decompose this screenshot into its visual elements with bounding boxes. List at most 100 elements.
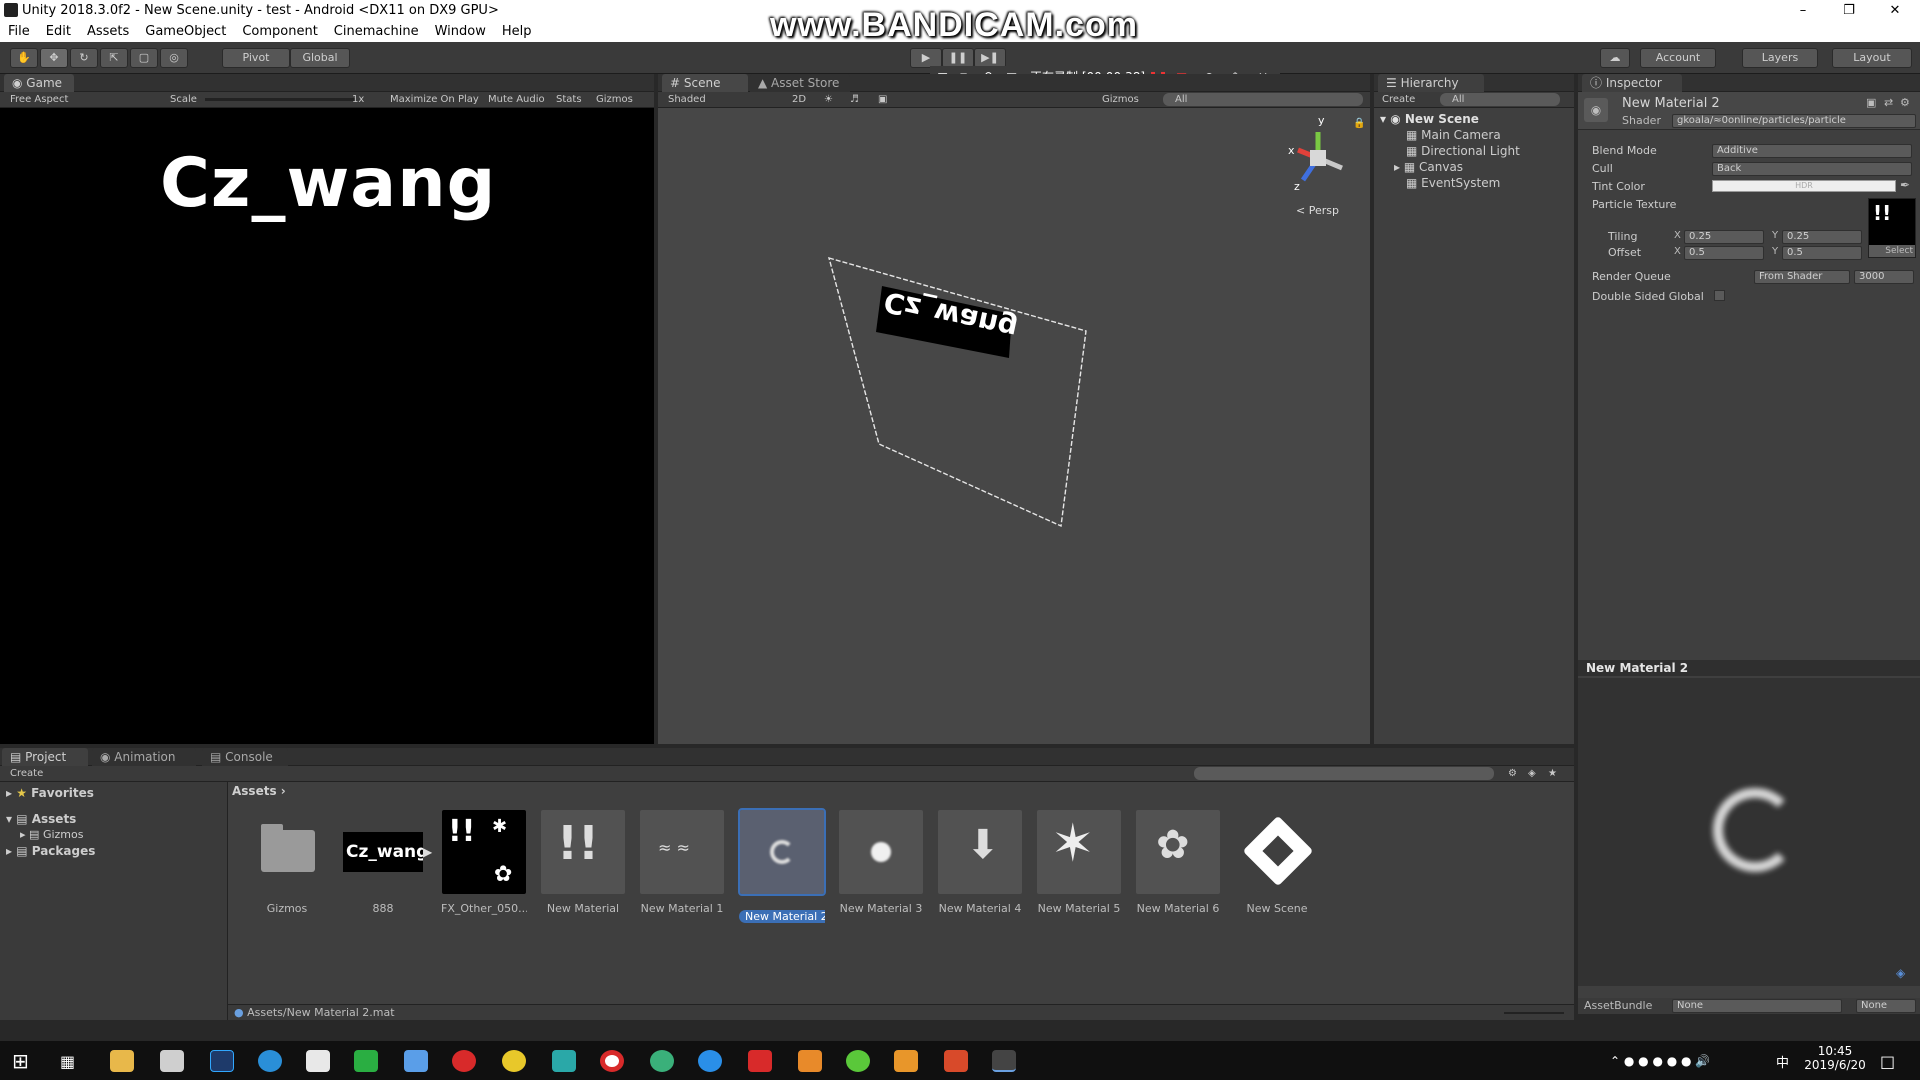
photoshop-icon[interactable] [210,1050,234,1072]
scene-gizmos-dropdown[interactable]: Gizmos [1102,92,1139,108]
menu-cinemachine[interactable]: Cinemachine [326,22,427,39]
clock[interactable]: 10:45 2019/6/20 [1800,1044,1870,1072]
mode-2d-toggle[interactable]: 2D [792,92,806,108]
hand-tool-icon[interactable]: ✋ [10,48,38,68]
bandicam-record-icon[interactable] [600,1050,624,1072]
maximize-on-play-toggle[interactable]: Maximize On Play [390,92,479,108]
aspect-dropdown[interactable]: Free Aspect [10,92,68,108]
offset-y-field[interactable]: 0.5 [1782,246,1862,260]
gizmos-dropdown[interactable]: Gizmos [596,92,633,108]
qq-icon[interactable] [306,1050,330,1072]
browser-icon[interactable] [258,1050,282,1072]
cull-dropdown[interactable]: Back [1712,162,1912,176]
assets-node[interactable]: ▾ ▤ Assets [6,812,76,826]
favorite-star-icon[interactable]: ★ [1548,766,1557,782]
tiling-y-field[interactable]: 0.25 [1782,230,1862,244]
menu-assets[interactable]: Assets [79,22,137,39]
global-toggle[interactable]: Global [290,48,350,68]
app-icon-3[interactable] [502,1050,526,1072]
task-view-icon[interactable]: ▦ [60,1052,75,1071]
render-queue-field[interactable]: 3000 [1854,270,1914,284]
asset-new-material-2[interactable]: New Material 2 [738,808,826,923]
tab-scene[interactable]: # Scene [662,74,748,92]
favorites-node[interactable]: ▸ ★ Favorites [6,786,94,800]
rect-tool-icon[interactable]: ▢ [130,48,158,68]
tab-hierarchy[interactable]: ☰ Hierarchy [1378,74,1484,92]
particle-texture-slot[interactable]: !! Select [1868,198,1916,258]
preview-title[interactable]: New Material 2 [1578,660,1920,676]
thumbnail-size-slider[interactable] [1504,1012,1564,1014]
audio-icon[interactable]: ♬ [850,92,859,108]
filter-type-icon[interactable]: ⚙ [1508,766,1517,782]
vivaldi-icon[interactable] [944,1050,968,1072]
windows-start-icon[interactable]: ⊞ [12,1050,34,1072]
file-explorer-icon[interactable] [110,1050,134,1072]
app-icon-2[interactable] [404,1050,428,1072]
game-viewport[interactable]: Cz_wang [0,108,654,744]
app-icon-7[interactable] [748,1050,772,1072]
menu-file[interactable]: File [0,22,38,39]
scene-viewport[interactable]: y x z 🔒 < Persp Cz_wang [658,108,1370,744]
unity-taskbar-icon[interactable] [992,1050,1016,1072]
stats-toggle[interactable]: Stats [556,92,582,108]
hierarchy-create-dropdown[interactable]: Create [1382,92,1415,108]
render-queue-dropdown[interactable]: From Shader [1754,270,1850,284]
app-icon-5[interactable] [650,1050,674,1072]
hierarchy-item-main-camera[interactable]: ▦ Main Camera [1406,128,1501,142]
help-icon[interactable]: ▣ [1866,96,1876,109]
mute-audio-toggle[interactable]: Mute Audio [488,92,545,108]
menu-gameobject[interactable]: GameObject [137,22,234,39]
app-icon-6[interactable] [698,1050,722,1072]
gizmos-node[interactable]: ▸ ▤ Gizmos [20,828,83,841]
app-icon-9[interactable] [846,1050,870,1072]
app-icon-8[interactable] [798,1050,822,1072]
double-sided-checkbox[interactable] [1714,290,1725,301]
breadcrumb-assets[interactable]: Assets [232,784,277,798]
assetbundle-dropdown[interactable]: None [1672,999,1842,1013]
layers-dropdown[interactable]: Layers [1742,48,1818,68]
menu-component[interactable]: Component [234,22,325,39]
menu-help[interactable]: Help [494,22,540,39]
minimize-button[interactable]: – [1780,0,1826,22]
play-button-icon[interactable]: ▶ [910,48,942,68]
app-icon-10[interactable] [894,1050,918,1072]
asset-new-material-1[interactable]: ≈ ≈ New Material 1 [639,810,725,915]
restore-button[interactable]: ❐ [1826,0,1872,22]
hierarchy-item-directional-light[interactable]: ▦ Directional Light [1406,144,1520,158]
blend-mode-dropdown[interactable]: Additive [1712,144,1912,158]
cloud-icon[interactable]: ☁ [1600,48,1630,68]
filter-label-icon[interactable]: ◈ [1528,766,1536,782]
close-button[interactable]: ✕ [1872,0,1918,22]
transform-tool-icon[interactable]: ◎ [160,48,188,68]
packages-node[interactable]: ▸ ▤ Packages [6,844,95,858]
lock-icon[interactable]: 🔒 [1353,118,1365,129]
asset-gizmos[interactable]: Gizmos [244,810,330,915]
tab-inspector[interactable]: ⓘ Inspector [1582,74,1682,92]
preset-icon[interactable]: ⇄ [1884,96,1893,109]
notification-icon[interactable]: □ [1880,1052,1895,1071]
hierarchy-item-canvas[interactable]: ▸ ▦ Canvas [1394,160,1463,174]
effects-icon[interactable]: ▣ [878,92,887,108]
asset-fx-other[interactable]: !! ✱ ✿ FX_Other_050... [441,810,527,915]
asset-new-material-4[interactable]: ⬇ New Material 4 [937,810,1023,915]
account-dropdown[interactable]: Account [1640,48,1716,68]
menu-edit[interactable]: Edit [38,22,79,39]
move-tool-icon[interactable]: ✥ [40,48,68,68]
hierarchy-search-input[interactable]: All [1440,93,1560,106]
app-icon-1[interactable] [160,1050,184,1072]
asset-new-material-3[interactable]: New Material 3 [838,810,924,915]
rotate-tool-icon[interactable]: ↻ [70,48,98,68]
expand-arrow-icon[interactable]: ▸ [1394,160,1404,174]
pivot-toggle[interactable]: Pivot [222,48,290,68]
tab-asset-store[interactable]: ▲ Asset Store [750,74,850,92]
asset-new-scene[interactable]: New Scene [1234,810,1320,915]
tag-icon[interactable]: ◈ [1896,966,1905,980]
ime-indicator[interactable]: 中 [1776,1052,1789,1071]
tray-icons[interactable]: ⌃ ● ● ● ● ● 🔊 [1610,1054,1710,1068]
tiling-x-field[interactable]: 0.25 [1684,230,1764,244]
persp-label[interactable]: < Persp [1296,204,1339,217]
asset-new-material[interactable]: !! New Material [540,810,626,915]
material-preview[interactable]: ◈ [1578,678,1920,986]
breadcrumb[interactable]: Assets › [232,784,286,798]
scale-slider[interactable] [205,98,355,101]
